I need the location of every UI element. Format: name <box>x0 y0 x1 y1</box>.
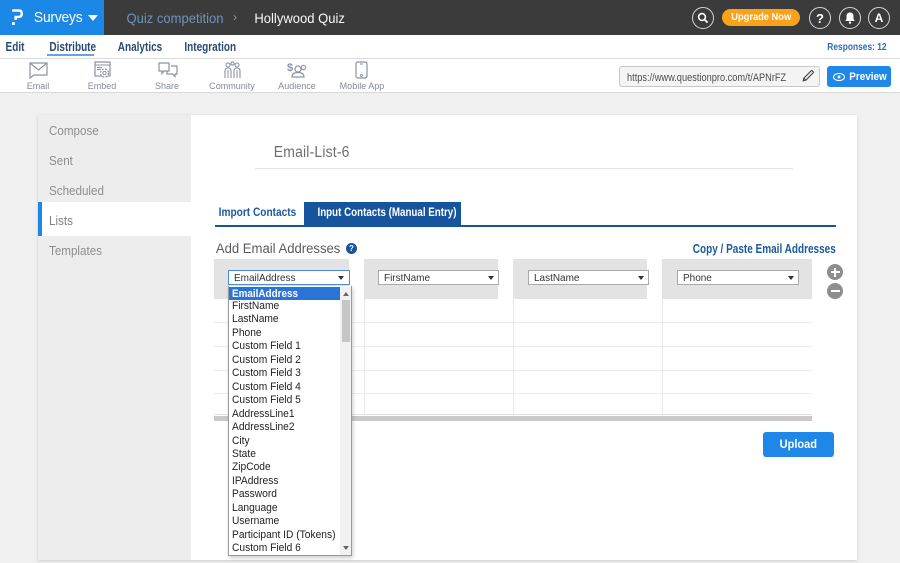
svg-text:$: $ <box>287 62 293 74</box>
